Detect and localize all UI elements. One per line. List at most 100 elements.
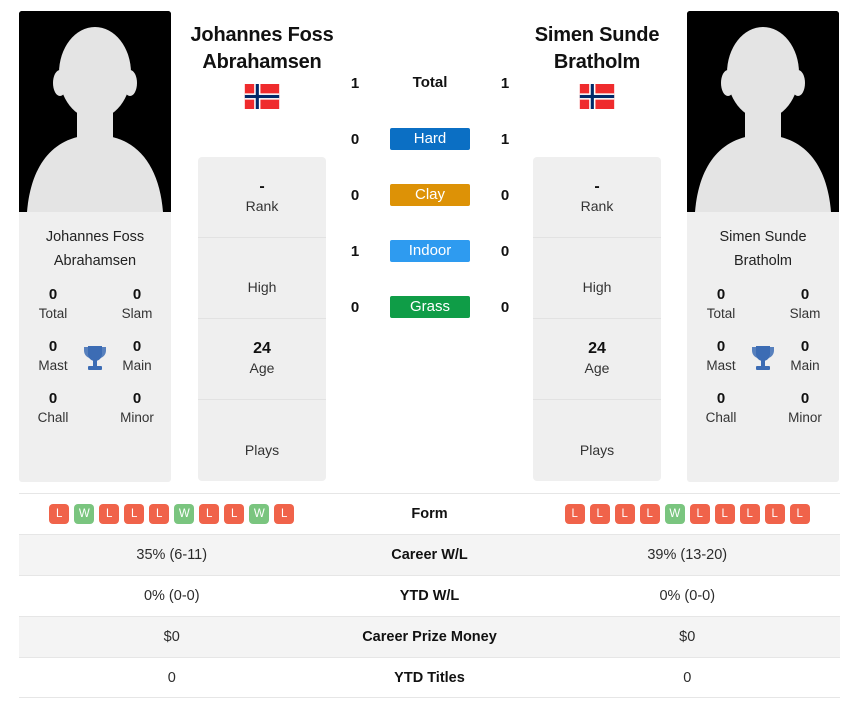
player-header-right: Simen Sunde Bratholm	[507, 22, 687, 109]
player-name-line2: Abrahamsen	[202, 51, 322, 73]
stat-value-right: 0% (0-0)	[659, 588, 716, 604]
info-cell-rank: - Rank	[533, 157, 661, 238]
form-strip-right: LLLLWLLLLL	[535, 504, 841, 524]
stat-value-left: 35% (6-11)	[136, 547, 208, 563]
titles-value: 0	[132, 286, 142, 303]
stat-value-right: $0	[679, 629, 696, 645]
h2h-row-total: 1 Total 1	[340, 55, 520, 111]
form-badge-l: L	[224, 504, 245, 524]
h2h-row-clay: 0 Clay 0	[340, 167, 520, 223]
titles-value: 0	[48, 390, 58, 407]
form-badge-l: L	[149, 504, 170, 524]
table-row-ytd-wl: 0% (0-0) YTD W/L 0% (0-0)	[19, 575, 840, 616]
avatar-caption-left: Johannes Foss Abrahamsen	[19, 212, 171, 284]
titles-value: 0	[132, 390, 142, 407]
h2h-left-score: 1	[350, 242, 360, 260]
info-cell-rank: - Rank	[198, 157, 326, 238]
titles-cell-total: 0 Total	[27, 286, 79, 322]
trophy-icon	[746, 341, 780, 375]
form-badge-l: L	[689, 504, 710, 524]
titles-cell-main: 0 Main	[779, 338, 831, 374]
stat-label-ytd-titles: YTD Titles	[394, 669, 465, 686]
titles-row: 0 Chall 0 Minor	[695, 390, 831, 442]
titles-value: 0	[48, 338, 58, 355]
h2h-right-score: 0	[500, 298, 510, 316]
titles-label: Total	[706, 305, 736, 321]
titles-label: Total	[38, 305, 68, 321]
stat-value-right: 39% (13-20)	[647, 547, 728, 563]
h2h-row-hard: 0 Hard 1	[340, 111, 520, 167]
h2h-row-indoor: 1 Indoor 0	[340, 223, 520, 279]
titles-cell-total: 0 Total	[695, 286, 747, 322]
info-label: Age	[249, 360, 275, 377]
head-to-head-column: 1 Total 1 0 Hard 1 0 Clay 0 1 Indoor 0 0	[340, 55, 520, 335]
titles-label: Mast	[38, 357, 68, 373]
titles-value: 0	[800, 390, 810, 407]
titles-row: 0 Total 0 Slam	[695, 286, 831, 338]
h2h-badge-clay: Clay	[390, 184, 470, 206]
h2h-badge-indoor: Indoor	[390, 240, 470, 262]
h2h-right-score: 0	[500, 242, 510, 260]
form-badge-l: L	[124, 504, 145, 524]
titles-row: 0 Chall 0 Minor	[27, 390, 163, 442]
form-badge-w: W	[74, 504, 95, 524]
titles-cell-mast: 0 Mast	[695, 338, 747, 374]
table-row-ytd-titles: 0 YTD Titles 0	[19, 657, 840, 698]
stats-table: LWLLLWLLWL Form LLLLWLLLLL 35% (6-11) Ca…	[19, 493, 840, 698]
titles-grid-left: 0 Total 0 Slam 0 Mast 0 Main 0 Chall 0 M…	[19, 286, 171, 442]
player-name-right[interactable]: Simen Sunde Bratholm	[507, 22, 687, 76]
h2h-row-grass: 0 Grass 0	[340, 279, 520, 335]
titles-value: 0	[716, 338, 726, 355]
h2h-right-score: 1	[500, 74, 510, 92]
titles-grid-right: 0 Total 0 Slam 0 Mast 0 Main 0 Chall 0 M…	[687, 286, 839, 442]
form-badge-l: L	[274, 504, 295, 524]
player-name-left[interactable]: Johannes Foss Abrahamsen	[172, 22, 352, 76]
form-badge-w: W	[249, 504, 270, 524]
titles-value: 0	[716, 286, 726, 303]
titles-cell-minor: 0 Minor	[111, 390, 163, 426]
info-label: Rank	[245, 198, 279, 215]
form-badge-l: L	[614, 504, 635, 524]
form-badge-l: L	[199, 504, 220, 524]
comparison-header: Johannes Foss Abrahamsen 0 Total 0 Slam …	[0, 0, 859, 488]
player-name-line1: Simen Sunde	[534, 24, 660, 46]
info-label: Plays	[579, 441, 615, 458]
titles-label: Minor	[788, 409, 822, 425]
avatar-caption-line1: Simen Sunde	[719, 229, 807, 245]
titles-value: 0	[48, 286, 58, 303]
titles-label: Main	[122, 357, 152, 373]
info-value: -	[259, 177, 265, 195]
stat-label-career-prize-money: Career Prize Money	[362, 629, 497, 645]
info-value: 24	[588, 339, 606, 357]
h2h-right-score: 1	[500, 130, 510, 148]
stat-label-form: Form	[411, 506, 448, 522]
norway-flag-icon	[244, 84, 280, 109]
form-badge-l: L	[99, 504, 120, 524]
titles-cell-main: 0 Main	[111, 338, 163, 374]
info-value: -	[594, 177, 600, 195]
titles-value: 0	[800, 286, 810, 303]
stat-value-right: 0	[683, 669, 692, 686]
info-cell-age: 24 Age	[198, 319, 326, 400]
titles-label: Mast	[706, 357, 736, 373]
stat-value-left: $0	[163, 629, 180, 645]
form-badge-l: L	[739, 504, 760, 524]
form-badge-l: L	[714, 504, 735, 524]
info-cell-high: High	[198, 238, 326, 319]
table-row-career-wl: 35% (6-11) Career W/L 39% (13-20)	[19, 534, 840, 575]
titles-value: 0	[800, 338, 810, 355]
player-card-left[interactable]: Johannes Foss Abrahamsen 0 Total 0 Slam …	[19, 11, 171, 482]
info-label: Plays	[244, 441, 280, 458]
stat-value-left: 0% (0-0)	[143, 588, 200, 604]
titles-cell-chall: 0 Chall	[27, 390, 79, 426]
avatar-caption-line2: Abrahamsen	[53, 252, 137, 269]
info-cell-plays: Plays	[198, 400, 326, 481]
info-label: Rank	[580, 198, 614, 215]
titles-cell-minor: 0 Minor	[779, 390, 831, 426]
stat-label-career-wl: Career W/L	[391, 547, 468, 563]
titles-row: 0 Total 0 Slam	[27, 286, 163, 338]
player-silhouette-icon	[687, 11, 839, 212]
player-card-right[interactable]: Simen Sunde Bratholm 0 Total 0 Slam 0 Ma…	[687, 11, 839, 482]
titles-value: 0	[716, 390, 726, 407]
form-badge-w: W	[664, 504, 685, 524]
